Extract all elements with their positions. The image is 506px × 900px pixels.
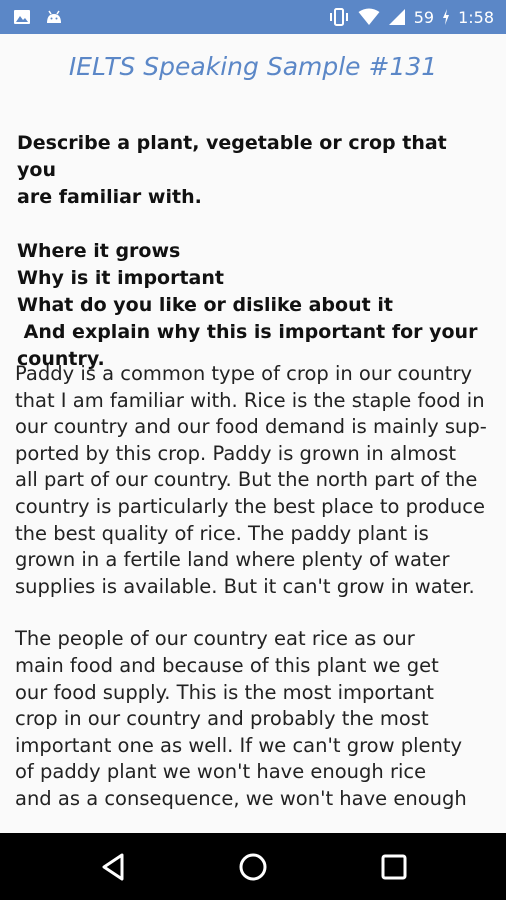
- answer-line: ported by this crop. Paddy is grown in a…: [15, 441, 457, 465]
- navigation-bar: [0, 833, 506, 900]
- battery-level: 59: [413, 7, 435, 27]
- answer-paragraph: The people of our country eat rice as ou…: [15, 626, 491, 812]
- answer-line: and as a consequence, we won't have enou…: [15, 786, 467, 810]
- answer-paragraph: Paddy is a common type of crop in our co…: [15, 361, 491, 600]
- answer-line: country is particularly the best place t…: [15, 494, 485, 518]
- answer-line: grown in a fertile land where plenty of …: [15, 548, 450, 572]
- android-icon: [44, 7, 64, 27]
- answer-line: our food supply. This is the most import…: [15, 680, 434, 704]
- answer-line: the best quality of rice. The paddy plan…: [15, 521, 429, 545]
- answer-line: of paddy plant we won't have enough rice: [15, 760, 427, 784]
- image-icon: [12, 7, 32, 27]
- clock: 1:58: [458, 7, 494, 27]
- answer-line: all part of our country. But the north p…: [15, 468, 478, 492]
- question-line: What do you like or dislike about it: [17, 294, 393, 316]
- back-icon[interactable]: [98, 851, 130, 883]
- recents-icon[interactable]: [378, 851, 410, 883]
- wifi-icon: [358, 8, 380, 26]
- home-icon[interactable]: [237, 851, 269, 883]
- question-line: Describe a plant, vegetable or crop that…: [17, 132, 447, 181]
- article-content[interactable]: IELTS Speaking Sample #131 Describe a pl…: [0, 34, 506, 833]
- answer-line: Paddy is a common type of crop in our co…: [15, 362, 473, 385]
- answer-line: main food and because of this plant we g…: [15, 653, 439, 677]
- answer-line: our country and our food demand is mainl…: [15, 415, 487, 439]
- answer-line: crop in our country and probably the mos…: [15, 707, 429, 731]
- status-bar: 59 1:58: [0, 0, 506, 34]
- page-title: IELTS Speaking Sample #131: [68, 52, 438, 81]
- answer-text: Paddy is a common type of crop in our co…: [15, 361, 491, 833]
- question-line: Where it grows: [17, 240, 181, 262]
- system-icons: 59 1:58: [328, 0, 494, 34]
- question-line: are familiar with.: [17, 186, 202, 208]
- answer-line: The people of our country eat rice as ou…: [15, 627, 415, 651]
- battery-charging-icon: [442, 8, 450, 26]
- vibrate-icon: [328, 7, 350, 27]
- answer-line: important one as well. If we can't grow …: [15, 733, 463, 757]
- answer-line: supplies is available. But it can't grow…: [15, 574, 475, 598]
- question-card: Describe a plant, vegetable or crop that…: [17, 130, 487, 373]
- answer-line: that I am familiar with. Rice is the sta…: [15, 388, 485, 412]
- question-line: And explain why this is important for yo…: [17, 321, 478, 343]
- notification-icons: [12, 7, 64, 27]
- signal-icon: [388, 8, 406, 26]
- question-line: Why is it important: [17, 267, 224, 289]
